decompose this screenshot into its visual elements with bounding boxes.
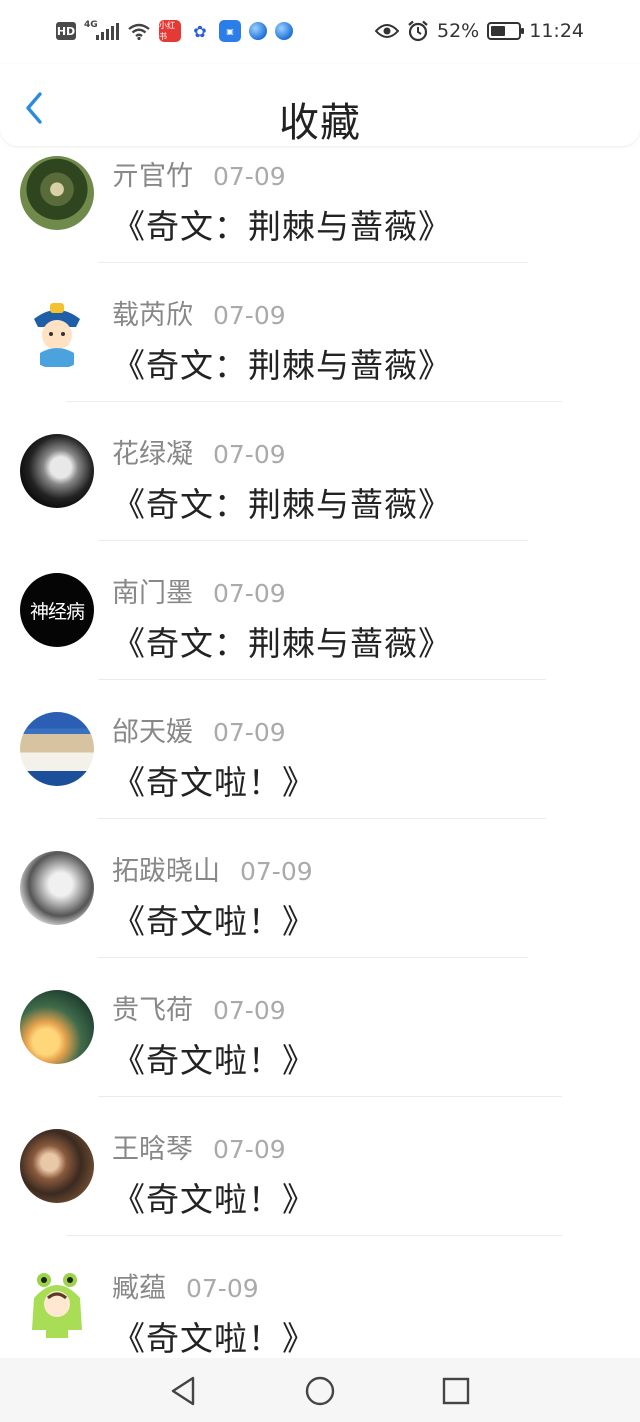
- post-date: 07-09: [213, 301, 286, 330]
- favorite-item[interactable]: 王晗琴 07-09 《奇文啦！》: [0, 1119, 640, 1258]
- article-title[interactable]: 《奇文：荆棘与蔷薇》: [112, 339, 452, 387]
- avatar-calligraphy-text: 神经病: [29, 600, 85, 623]
- frog-hood-avatar[interactable]: [20, 1268, 94, 1342]
- bw-portrait-avatar[interactable]: [20, 434, 94, 508]
- item-meta: 亓官竹 07-09: [112, 154, 286, 193]
- post-date: 07-09: [186, 1274, 259, 1303]
- favorite-item[interactable]: 拓跋晓山 07-09 《奇文啦！》: [0, 841, 640, 980]
- item-meta: 王晗琴 07-09: [112, 1127, 286, 1166]
- author-name[interactable]: 南门墨: [112, 571, 193, 610]
- author-name[interactable]: 载芮欣: [112, 293, 193, 332]
- item-divider: [98, 1096, 562, 1097]
- post-date: 07-09: [213, 996, 286, 1025]
- two-kids-avatar[interactable]: [20, 1129, 94, 1203]
- item-meta: 拓跋晓山 07-09: [112, 849, 313, 888]
- clock-time: 11:24: [529, 20, 584, 42]
- favorite-item[interactable]: 贵飞荷 07-09 《奇文啦！》: [0, 980, 640, 1119]
- post-date: 07-09: [213, 162, 286, 191]
- author-name[interactable]: 拓跋晓山: [112, 849, 220, 888]
- item-divider: [98, 957, 528, 958]
- item-divider: [98, 540, 528, 541]
- item-meta: 花绿凝 07-09: [112, 432, 286, 471]
- author-name[interactable]: 邰天媛: [112, 710, 193, 749]
- alarm-clock-icon: [408, 20, 428, 42]
- forest-person-avatar[interactable]: [20, 156, 94, 230]
- cellular-signal-icon: 4G: [84, 20, 119, 40]
- item-meta: 载芮欣 07-09: [112, 293, 286, 332]
- page-title: 收藏: [279, 100, 361, 146]
- browser-ball-icon: [249, 22, 267, 40]
- favorite-item[interactable]: 邰天媛 07-09 《奇文啦！》: [0, 702, 640, 841]
- item-meta: 南门墨 07-09: [112, 571, 286, 610]
- status-left-icons: HD 4G 小红书 ✿ ▣: [56, 20, 293, 42]
- status-bar: HD 4G 小红书 ✿ ▣ 52% 11:24: [0, 0, 640, 64]
- item-divider: [98, 262, 528, 263]
- status-right-icons: 52% 11:24: [375, 20, 584, 42]
- author-name[interactable]: 花绿凝: [112, 432, 193, 471]
- nav-home-icon[interactable]: [304, 1375, 336, 1407]
- frog-hood-illustration: [32, 1273, 82, 1338]
- nav-recents-icon[interactable]: [440, 1375, 472, 1407]
- item-divider: [66, 1235, 562, 1236]
- favorite-item[interactable]: 神经病 南门墨 07-09 《奇文：荆棘与蔷薇》: [0, 563, 640, 702]
- xiaohongshu-app-icon: 小红书: [159, 20, 181, 42]
- post-date: 07-09: [213, 579, 286, 608]
- network-type-label: 4G: [84, 20, 98, 30]
- article-title[interactable]: 《奇文：荆棘与蔷薇》: [112, 200, 452, 248]
- post-date: 07-09: [213, 1135, 286, 1164]
- girl-portrait-avatar[interactable]: [20, 851, 94, 925]
- battery-percent: 52%: [437, 20, 480, 42]
- article-title[interactable]: 《奇文啦！》: [112, 1034, 316, 1082]
- author-name[interactable]: 贵飞荷: [112, 988, 193, 1027]
- nav-back-icon[interactable]: [168, 1375, 200, 1407]
- article-title[interactable]: 《奇文：荆棘与蔷薇》: [112, 478, 452, 526]
- item-divider: [98, 818, 546, 819]
- system-navigation-bar: [0, 1358, 640, 1422]
- battery-icon: [487, 22, 525, 40]
- item-divider: [98, 679, 546, 680]
- item-meta: 邰天媛 07-09: [112, 710, 286, 749]
- article-title[interactable]: 《奇文啦！》: [112, 756, 316, 804]
- coffee-cup-avatar[interactable]: [20, 712, 94, 786]
- favorite-item[interactable]: 载芮欣 07-09 《奇文：荆棘与蔷薇》: [0, 285, 640, 424]
- item-meta: 臧蕴 07-09: [112, 1266, 259, 1305]
- author-name[interactable]: 王晗琴: [112, 1127, 193, 1166]
- post-date: 07-09: [213, 718, 286, 747]
- browser-ball-icon-2: [275, 22, 293, 40]
- item-meta: 贵飞荷 07-09: [112, 988, 286, 1027]
- post-date: 07-09: [240, 857, 313, 886]
- cartoon-boy-illustration: [34, 303, 80, 367]
- favorite-item[interactable]: 臧蕴 07-09 《奇文啦！》: [0, 1258, 640, 1358]
- child-lantern-avatar[interactable]: [20, 990, 94, 1064]
- item-divider: [66, 401, 562, 402]
- baidu-paw-icon: ✿: [189, 20, 211, 42]
- article-title[interactable]: 《奇文啦！》: [112, 1312, 316, 1358]
- title-bar: 收藏: [0, 64, 640, 146]
- post-date: 07-09: [213, 440, 286, 469]
- favorites-list[interactable]: 亓官竹 07-09 《奇文：荆棘与蔷薇》 载芮欣 07-09 《奇文：荆棘与蔷薇》 花绿凝 0…: [0, 146, 640, 1358]
- cartoon-boy-avatar[interactable]: [20, 295, 94, 369]
- battery-fill: [491, 26, 506, 36]
- eye-icon: [375, 24, 399, 38]
- author-name[interactable]: 臧蕴: [112, 1266, 166, 1305]
- hd-icon: HD: [56, 22, 76, 40]
- calligraphy-avatar[interactable]: 神经病: [20, 573, 94, 647]
- article-title[interactable]: 《奇文啦！》: [112, 1173, 316, 1221]
- favorite-item[interactable]: 亓官竹 07-09 《奇文：荆棘与蔷薇》: [0, 146, 640, 285]
- shopping-bag-app-icon: ▣: [219, 20, 241, 42]
- wifi-icon: [128, 23, 150, 40]
- author-name[interactable]: 亓官竹: [112, 154, 193, 193]
- article-title[interactable]: 《奇文啦！》: [112, 895, 316, 943]
- article-title[interactable]: 《奇文：荆棘与蔷薇》: [112, 617, 452, 665]
- favorite-item[interactable]: 花绿凝 07-09 《奇文：荆棘与蔷薇》: [0, 424, 640, 563]
